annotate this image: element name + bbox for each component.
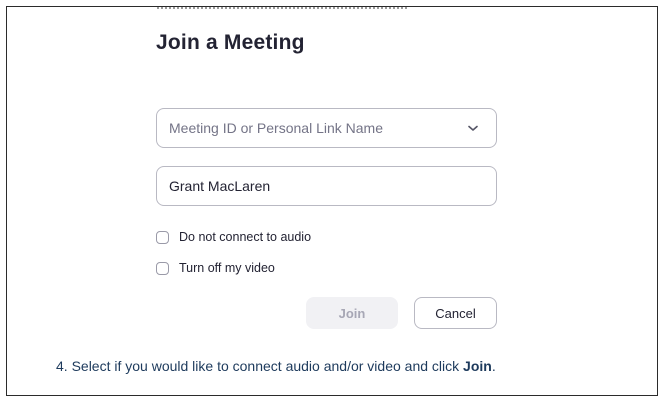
video-option-label: Turn off my video — [179, 261, 275, 275]
join-button[interactable]: Join — [306, 297, 398, 329]
audio-checkbox[interactable] — [156, 230, 169, 244]
meeting-id-dropdown[interactable]: Meeting ID or Personal Link Name — [156, 108, 497, 148]
instruction-text: 4. Select if you would like to connect a… — [56, 358, 496, 374]
meeting-id-placeholder: Meeting ID or Personal Link Name — [169, 120, 383, 136]
cropped-edge — [157, 7, 407, 12]
chevron-down-icon[interactable] — [466, 121, 480, 135]
audio-option-label: Do not connect to audio — [179, 230, 312, 244]
name-field-value: Grant MacLaren — [169, 178, 271, 194]
name-field[interactable]: Grant MacLaren — [156, 166, 497, 206]
instruction-main: 4. Select if you would like to connect a… — [56, 358, 464, 374]
audio-option[interactable]: Do not connect to audio — [156, 230, 311, 244]
instruction-suffix: . — [491, 358, 496, 374]
instruction-emphasis: Join — [463, 358, 492, 374]
cancel-button[interactable]: Cancel — [414, 297, 497, 329]
dialog-title: Join a Meeting — [156, 31, 305, 54]
screenshot-frame: Join a Meeting Meeting ID or Personal Li… — [6, 6, 658, 396]
video-option[interactable]: Turn off my video — [156, 261, 275, 275]
video-checkbox[interactable] — [156, 261, 169, 275]
